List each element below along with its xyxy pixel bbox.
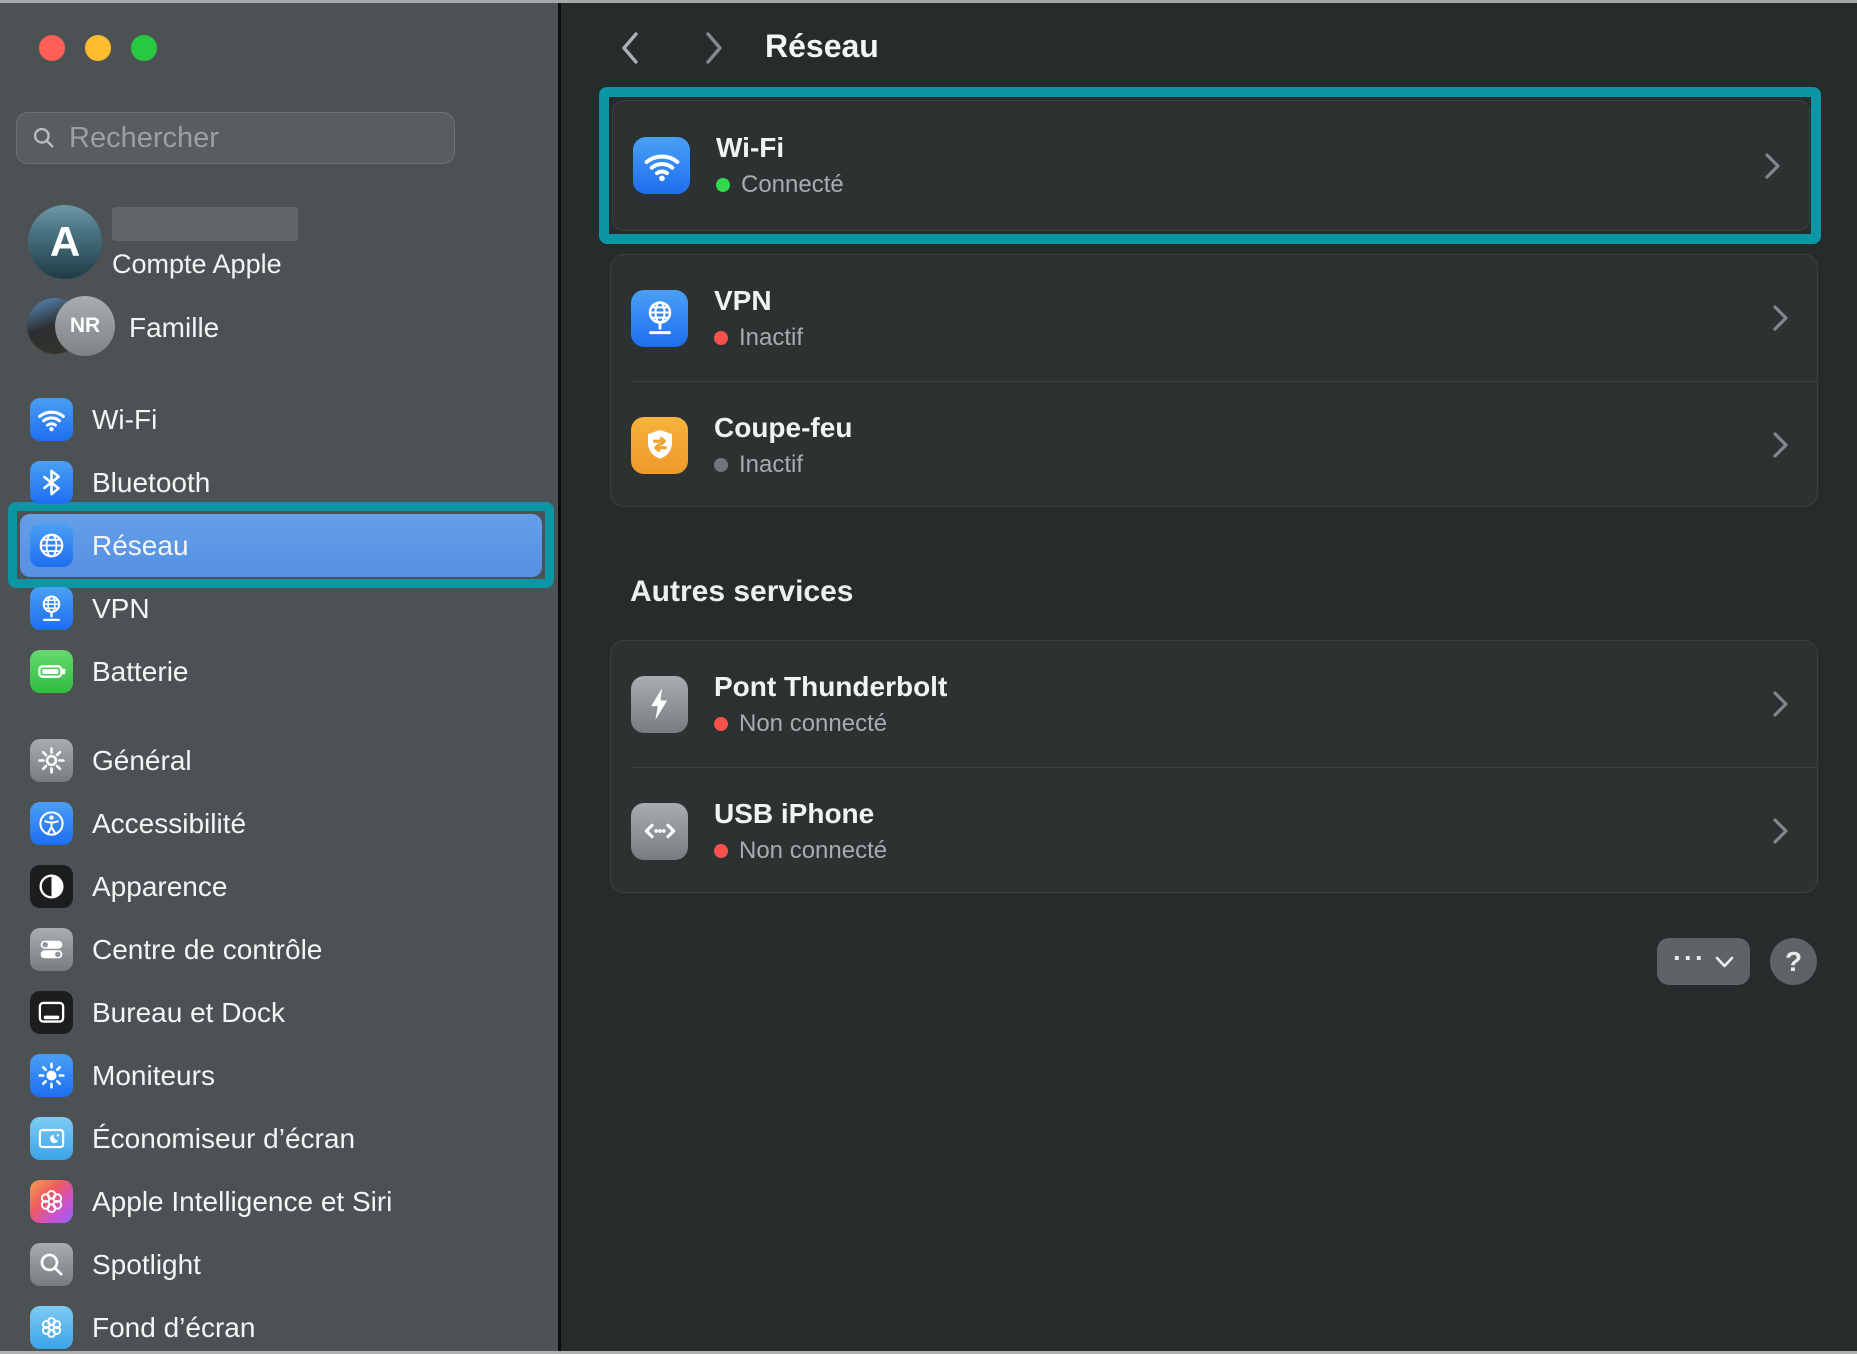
traffic-lights <box>39 35 157 61</box>
sidebar-item-bluetooth[interactable]: Bluetooth <box>0 451 558 514</box>
page-title: Réseau <box>765 28 879 65</box>
chevron-down-icon <box>1715 956 1734 968</box>
sidebar-item-economiseur-ecran[interactable]: Économiseur d’écran <box>0 1107 558 1170</box>
globe-icon <box>30 524 73 567</box>
status-text: Inactif <box>739 451 803 479</box>
accessibility-icon <box>30 802 73 845</box>
wallpaper-icon <box>30 1306 73 1349</box>
chevron-right-icon <box>701 28 727 68</box>
bluetooth-icon <box>30 461 73 504</box>
network-row-usb-iphone[interactable]: USB iPhone Non connecté <box>611 768 1817 894</box>
status-dot-red <box>714 331 728 345</box>
row-title: Coupe-feu <box>714 412 852 444</box>
vpn-firewall-card: VPN Inactif <box>610 254 1818 507</box>
network-row-vpn[interactable]: VPN Inactif <box>611 255 1817 381</box>
help-button[interactable]: ? <box>1770 938 1817 985</box>
vpn-globe-icon <box>631 290 688 347</box>
sidebar: A Compte Apple NR Famille Wi-Fi <box>0 0 558 1354</box>
status-text: Non connecté <box>739 837 887 865</box>
status-text: Non connecté <box>739 710 887 738</box>
search-icon <box>31 125 57 151</box>
apple-account-label[interactable]: Compte Apple <box>112 249 282 280</box>
sidebar-group-network: Wi-Fi Bluetooth Réseau <box>0 388 558 703</box>
redacted-account-name <box>112 207 298 241</box>
minimize-button[interactable] <box>85 35 111 61</box>
chevron-right-icon <box>1769 301 1791 335</box>
row-title: VPN <box>714 285 803 317</box>
sidebar-main-divider <box>558 0 561 1354</box>
back-button[interactable] <box>617 28 643 73</box>
chevron-right-icon <box>1769 428 1791 462</box>
sidebar-item-general[interactable]: Général <box>0 729 558 792</box>
row-title: USB iPhone <box>714 798 887 830</box>
wifi-icon <box>30 398 73 441</box>
sidebar-item-famille[interactable]: Famille <box>129 312 219 344</box>
contrast-icon <box>30 865 73 908</box>
family-avatar-initials: NR <box>55 296 115 356</box>
chevron-left-icon <box>617 28 643 68</box>
close-button[interactable] <box>39 35 65 61</box>
sidebar-item-spotlight[interactable]: Spotlight <box>0 1233 558 1296</box>
sidebar-item-bureau-et-dock[interactable]: Bureau et Dock <box>0 981 558 1044</box>
sidebar-item-accessibilite[interactable]: Accessibilité <box>0 792 558 855</box>
forward-button[interactable] <box>701 28 727 73</box>
magnifier-icon <box>30 1243 73 1286</box>
network-row-pont-thunderbolt[interactable]: Pont Thunderbolt Non connecté <box>611 641 1817 767</box>
sidebar-item-reseau[interactable]: Réseau <box>0 514 558 577</box>
search-field[interactable] <box>16 112 455 164</box>
status-dot-gray <box>714 458 728 472</box>
chevron-right-icon <box>1769 687 1791 721</box>
other-services-card: Pont Thunderbolt Non connecté <box>610 640 1818 893</box>
status-text: Inactif <box>739 324 803 352</box>
sidebar-item-vpn[interactable]: VPN <box>0 577 558 640</box>
screensaver-icon <box>30 1117 73 1160</box>
sidebar-item-wifi[interactable]: Wi-Fi <box>0 388 558 451</box>
chevron-right-icon <box>1769 814 1791 848</box>
firewall-shield-icon <box>631 417 688 474</box>
siri-icon <box>30 1180 73 1223</box>
row-title: Pont Thunderbolt <box>714 671 947 703</box>
main-panel: Réseau Wi-Fi Connecté <box>561 0 1857 1354</box>
sidebar-item-moniteurs[interactable]: Moniteurs <box>0 1044 558 1107</box>
gear-icon <box>30 739 73 782</box>
sidebar-item-apple-intelligence-siri[interactable]: Apple Intelligence et Siri <box>0 1170 558 1233</box>
annotation-box-wifi <box>599 87 1821 244</box>
question-mark-icon: ? <box>1785 946 1802 978</box>
brightness-icon <box>30 1054 73 1097</box>
vpn-globe-icon <box>30 587 73 630</box>
avatar[interactable]: A <box>28 205 102 279</box>
sidebar-item-apparence[interactable]: Apparence <box>0 855 558 918</box>
system-settings-window: A Compte Apple NR Famille Wi-Fi <box>0 0 1857 1354</box>
status-dot-red <box>714 844 728 858</box>
usb-device-icon <box>631 803 688 860</box>
section-title: Autres services <box>630 575 853 609</box>
sidebar-item-centre-de-controle[interactable]: Centre de contrôle <box>0 918 558 981</box>
network-row-coupe-feu[interactable]: Coupe-feu Inactif <box>611 382 1817 508</box>
sidebar-item-batterie[interactable]: Batterie <box>0 640 558 703</box>
sidebar-item-fond-ecran[interactable]: Fond d’écran <box>0 1296 558 1354</box>
search-input[interactable] <box>69 122 440 155</box>
sidebar-group-system: Général Accessibilité Apparence <box>0 729 558 1354</box>
zoom-button[interactable] <box>131 35 157 61</box>
avatar-initial: A <box>50 218 80 266</box>
status-dot-red <box>714 717 728 731</box>
battery-icon <box>30 650 73 693</box>
desktop-dock-icon <box>30 991 73 1034</box>
thunderbolt-icon <box>631 676 688 733</box>
more-options-button[interactable]: ··· <box>1657 938 1750 985</box>
toggles-icon <box>30 928 73 971</box>
